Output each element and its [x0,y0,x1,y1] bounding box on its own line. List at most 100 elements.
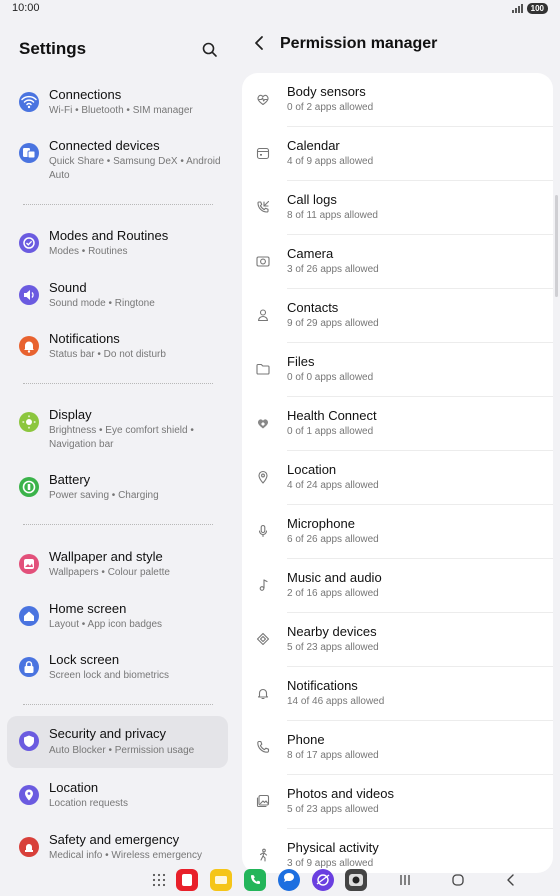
permission-item-location[interactable]: Location 4 of 24 apps allowed [242,451,553,505]
section-divider [23,704,213,705]
permission-title: Microphone [287,516,355,531]
permission-title: Location [287,462,337,477]
settings-item-title: Safety and emergency [49,832,180,847]
home-button[interactable] [451,873,465,892]
activity-icon [255,847,271,863]
settings-item-title: Sound [49,280,87,295]
internet-app-icon[interactable] [312,869,334,891]
wifi-icon [19,92,39,112]
settings-item-notifications[interactable]: Notifications Status bar • Do not disturb [7,331,228,377]
photos-icon [255,793,271,809]
permission-item-call-logs[interactable]: Call logs 8 of 11 apps allowed [242,181,553,235]
phone-app-icon[interactable] [244,869,266,891]
permission-item-camera[interactable]: Camera 3 of 26 apps allowed [242,235,553,289]
status-icons: 100 [511,3,548,14]
permission-title: Physical activity [287,840,379,855]
settings-item-connections[interactable]: Connections Wi-Fi • Bluetooth • SIM manag… [7,87,228,133]
permission-subtitle: 0 of 1 apps allowed [287,426,374,437]
permission-list: Body sensors 0 of 2 apps allowed Calendar 4… [242,73,553,873]
contact-icon [255,307,271,323]
page-title: Permission manager [280,35,438,52]
permission-subtitle: 4 of 9 apps allowed [287,156,374,167]
permission-item-body-sensors[interactable]: Body sensors 0 of 2 apps allowed [242,73,553,127]
settings-item-home-screen[interactable]: Home screen Layout • App icon badges [7,601,228,647]
settings-item-title: Location [49,780,99,795]
settings-item-subtitle: Status bar • Do not disturb [49,349,166,360]
settings-item-title: Modes and Routines [49,228,169,243]
permission-title: Contacts [287,300,339,315]
permission-title: Phone [287,732,325,747]
permission-title: Photos and videos [287,786,394,801]
navigation-bar [0,868,560,896]
section-divider [23,383,213,384]
permission-subtitle: 0 of 0 apps allowed [287,372,374,383]
settings-item-subtitle: Medical info • Wireless emergency [49,850,202,861]
settings-item-title: Home screen [49,601,127,616]
permission-subtitle: 2 of 16 apps allowed [287,588,379,599]
settings-item-title: Wallpaper and style [49,549,163,564]
permission-subtitle: 5 of 23 apps allowed [287,804,379,815]
location-pin-icon [255,469,271,485]
permission-title: Health Connect [287,408,377,423]
settings-item-wallpaper-and-style[interactable]: Wallpaper and style Wallpapers • Colour p… [7,549,228,595]
settings-item-display[interactable]: Display Brightness • Eye comfort shield •… [7,407,228,467]
settings-item-location[interactable]: Location Location requests [7,780,228,826]
settings-item-lock-screen[interactable]: Lock screen Screen lock and biometrics [7,652,228,698]
permission-item-nearby-devices[interactable]: Nearby devices 5 of 23 apps allowed [242,613,553,667]
permission-subtitle: 3 of 26 apps allowed [287,264,379,275]
permission-item-notifications[interactable]: Notifications 14 of 46 apps allowed [242,667,553,721]
settings-item-subtitle: Brightness • Eye comfort shield • Naviga… [49,425,194,450]
nearby-devices-icon [255,631,271,647]
emergency-icon [19,837,39,857]
settings-item-subtitle: Power saving • Charging [49,490,159,501]
permission-title: Body sensors [287,84,366,99]
settings-item-subtitle: Location requests [49,798,128,809]
back-button[interactable] [505,873,517,892]
settings-item-subtitle: Wi-Fi • Bluetooth • SIM manager [49,105,193,116]
permission-item-health-connect[interactable]: Health Connect 0 of 1 apps allowed [242,397,553,451]
settings-item-title: Lock screen [49,652,120,667]
permission-title: Music and audio [287,570,382,585]
flipboard-app-icon[interactable] [176,869,198,891]
settings-item-title: Connected devices [49,138,160,153]
location-icon [19,785,39,805]
bell-icon [19,336,39,356]
settings-item-connected-devices[interactable]: Connected devices Quick Share • Samsung D… [7,138,228,200]
permission-item-phone[interactable]: Phone 8 of 17 apps allowed [242,721,553,775]
permission-title: Calendar [287,138,340,153]
permission-subtitle: 4 of 24 apps allowed [287,480,379,491]
scrollbar[interactable] [555,195,558,297]
permission-item-physical-activity[interactable]: Physical activity 3 of 9 apps allowed [242,829,553,873]
settings-item-battery[interactable]: Battery Power saving • Charging [7,472,228,518]
settings-item-subtitle: Layout • App icon badges [49,619,163,630]
settings-item-modes-and-routines[interactable]: Modes and Routines Modes • Routines [7,228,228,274]
status-bar: 10:00 100 [0,0,560,18]
section-divider [23,204,213,205]
settings-item-subtitle: Sound mode • Ringtone [49,298,155,309]
permission-item-microphone[interactable]: Microphone 6 of 26 apps allowed [242,505,553,559]
settings-item-subtitle: Quick Share • Samsung DeX • Android Auto [49,156,221,181]
recents-button[interactable] [399,873,411,892]
messages-app-icon[interactable] [278,869,300,891]
calendar-icon [255,145,271,161]
notes-app-icon[interactable] [210,869,232,891]
lock-icon [19,657,39,677]
home-icon [19,606,39,626]
permission-item-files[interactable]: Files 0 of 0 apps allowed [242,343,553,397]
settings-item-title: Connections [49,87,122,102]
settings-item-sound[interactable]: Sound Sound mode • Ringtone [7,280,228,326]
permission-title: Call logs [287,192,337,207]
camera-app-icon[interactable] [345,869,367,891]
shield-icon [19,731,39,751]
app-drawer-icon[interactable] [148,869,170,891]
permission-item-music-and-audio[interactable]: Music and audio 2 of 16 apps allowed [242,559,553,613]
permission-item-contacts[interactable]: Contacts 9 of 29 apps allowed [242,289,553,343]
search-icon[interactable] [200,40,220,60]
settings-item-security-and-privacy[interactable]: Security and privacy Auto Blocker • Permi… [7,716,228,768]
settings-item-title: Display [49,407,92,422]
camera-icon [255,253,271,269]
permission-item-calendar[interactable]: Calendar 4 of 9 apps allowed [242,127,553,181]
back-icon[interactable] [252,34,268,52]
permission-item-photos-and-videos[interactable]: Photos and videos 5 of 23 apps allowed [242,775,553,829]
battery-icon [19,477,39,497]
